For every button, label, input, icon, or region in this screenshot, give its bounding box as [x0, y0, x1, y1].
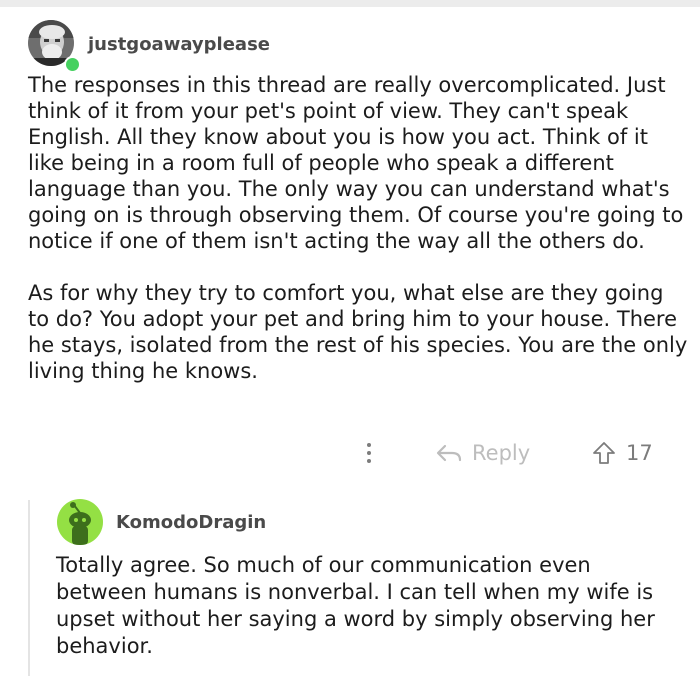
ellipsis-dot	[367, 451, 371, 455]
thread-line[interactable]	[28, 500, 30, 676]
snoo-avatar-icon	[69, 502, 91, 545]
reply-avatar[interactable]	[57, 499, 103, 545]
reply-arrow-icon	[436, 444, 462, 462]
ellipsis-dot	[367, 459, 371, 463]
reply-author[interactable]: KomodoDragin	[116, 512, 266, 533]
reply-label: Reply	[472, 441, 531, 465]
upvote-button[interactable]: 17	[592, 436, 653, 470]
comment-paragraph: As for why they try to comfort you, what…	[28, 281, 688, 383]
reply-body: Totally agree. So much of our communicat…	[56, 553, 655, 658]
upvote-arrow-icon	[593, 442, 615, 464]
vertical-ellipsis-icon	[367, 443, 371, 447]
comment-author[interactable]: justgoawayplease	[88, 34, 270, 55]
vote-score: 17	[626, 441, 653, 465]
online-status-indicator	[64, 56, 81, 73]
comment-paragraph: The responses in this thread are really …	[28, 73, 684, 253]
more-options-button[interactable]	[358, 438, 380, 468]
comment-body: The responses in this thread are really …	[28, 72, 688, 384]
top-divider	[0, 0, 700, 7]
reply-button[interactable]: Reply	[436, 436, 530, 470]
comment-actions: Reply 17	[0, 436, 700, 472]
